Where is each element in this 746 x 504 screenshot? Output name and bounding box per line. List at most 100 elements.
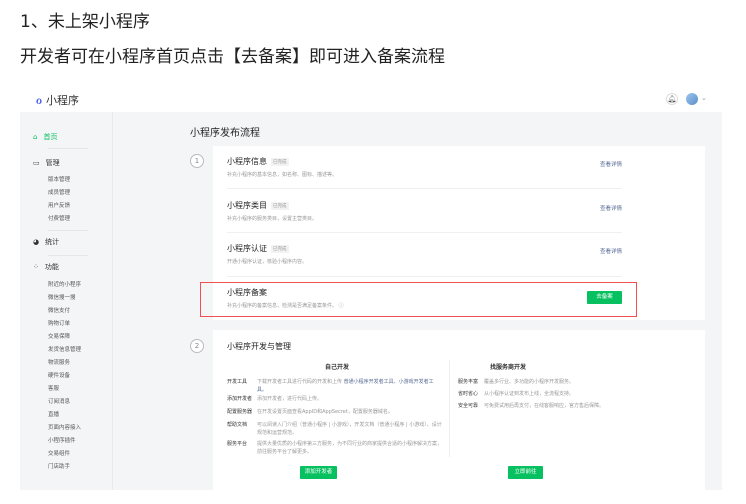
row-value: 提供大量优质的小程序第三方服务，为不同行业的商家提供合适的小程序解决方案，前往服… (257, 440, 442, 456)
inbox-icon: ▭ (33, 159, 40, 167)
row-value: 可以阅读入门介绍（普通小程序 | 小游戏），开发文档（普通小程序 | 小游戏）、… (257, 421, 442, 437)
card-title: 小程序开发与管理 (227, 342, 291, 351)
divider (227, 188, 622, 189)
sidebar-item-features[interactable]: ⁘ 功能 (33, 262, 59, 272)
flow-desc: 开通小程序认证，核验小程序内容。 (227, 259, 308, 265)
info-row: 服务丰富 覆盖多行业、多功能的小程序开发服务。 (458, 378, 698, 386)
sidebar-item-stats[interactable]: ◕ 统计 (33, 237, 59, 247)
row-text: 下载开发者工具进行代码的开发和上传 (257, 379, 344, 385)
sidebar-subitem[interactable]: 附近的小程序 (48, 280, 81, 288)
grid-icon: ⁘ (33, 263, 39, 271)
row-label: 帮助文档 (227, 422, 248, 428)
info-row: 安全可靠 可免费试用后再支付，在线客服响应，官方售后保障。 (458, 402, 698, 410)
instruction-text: 开发者可在小程序首页点击【去备案】即可进入备案流程 (20, 47, 445, 67)
sidebar-subitem[interactable]: 购物订单 (48, 319, 70, 327)
row-text: 可以阅读入门介绍（普通小程序 | 小游戏），开发文档（普通小程序 | 小游戏）、… (257, 422, 442, 436)
nav-label: 管理 (45, 159, 60, 167)
home-icon: ⌂ (33, 133, 38, 141)
row-value: 从小程序认证到发布上线，全流程支持。 (484, 391, 575, 397)
status-badge: 已完成 (271, 244, 289, 253)
row-label: 添加开发者 (227, 396, 253, 402)
sidebar-subitem[interactable]: 微信搜一搜 (48, 293, 76, 301)
divider (48, 255, 88, 256)
info-row: 开发工具 下载开发者工具进行代码的开发和上传 普通小程序开发者工具、小游戏开发者工… (227, 378, 442, 394)
sidebar-subitem[interactable]: 门店助手 (48, 462, 70, 470)
user-avatar[interactable] (686, 93, 698, 105)
row-label: 配置服务器 (227, 409, 253, 415)
flow-desc: 补充小程序的基本信息，如名称、图标、描述等。 (227, 172, 338, 178)
info-row: 服务平台 提供大量优质的小程序第三方服务，为不同行业的商家提供合适的小程序解决方案… (227, 440, 442, 456)
view-details-link[interactable]: 查看详情 (600, 204, 622, 212)
sidebar: ⌂ 首页 ▭ 管理 版本管理成员管理用户反馈付费管理 ◕ 统计 ⁘ 功能 附近的小程序微… (20, 112, 113, 490)
flow-item-info: 小程序信息 已完成 补充小程序的基本信息，如名称、图标、描述等。 查看详情 (227, 156, 622, 178)
flow-desc: 补充小程序的服务类目，设置主营类目。 (227, 216, 318, 222)
sidebar-subitem[interactable]: 订阅消息 (48, 397, 70, 405)
sidebar-subitem[interactable]: 付费管理 (48, 214, 70, 222)
row-value: 下载开发者工具进行代码的开发和上传 普通小程序开发者工具、小游戏开发者工具。 (257, 378, 442, 394)
divider (449, 360, 450, 457)
nav-label: 统计 (45, 238, 60, 246)
step-number: 2 (190, 339, 204, 353)
flow-title: 小程序信息 (227, 157, 267, 166)
view-details-link[interactable]: 查看详情 (600, 247, 622, 255)
sidebar-subitem[interactable]: 客服 (48, 384, 59, 392)
section-heading: 1、未上架小程序 (20, 12, 150, 32)
nav-label: 功能 (44, 263, 59, 271)
sidebar-subitem[interactable]: 小程序插件 (48, 436, 76, 444)
flow-item-verify: 小程序认证 已完成 开通小程序认证，核验小程序内容。 查看详情 (227, 243, 622, 265)
add-developer-button[interactable]: 添加开发者 (300, 466, 337, 479)
column-heading: 找服务商开发 (489, 364, 526, 371)
flow-title: 小程序类目 (227, 201, 267, 210)
sidebar-subitem[interactable]: 交易保障 (48, 332, 70, 340)
info-row: 帮助文档 可以阅读入门介绍（普通小程序 | 小游戏），开发文档（普通小程序 | 小… (227, 421, 442, 437)
flow-item-category: 小程序类目 已完成 补充小程序的服务类目，设置主营类目。 查看详情 (227, 200, 622, 222)
row-text: 提供大量优质的小程序第三方服务，为不同行业的商家提供合适的小程序解决方案，前往服… (257, 441, 443, 455)
divider (48, 148, 88, 149)
row-label: 安全可靠 (458, 403, 479, 409)
view-details-link[interactable]: 查看详情 (600, 160, 622, 168)
row-label: 服务丰富 (458, 379, 479, 385)
divider (227, 232, 622, 233)
row-value: 在开发设置页面查看AppID和AppSecret，配置服务器域名。 (257, 408, 393, 416)
column-heading: 自己开发 (324, 364, 349, 371)
sidebar-subitem[interactable]: 用户反馈 (48, 201, 70, 209)
status-badge: 已完成 (271, 157, 289, 166)
info-row: 添加开发者 添加开发者，进行代码上传。 (227, 395, 442, 403)
logo-text: 小程序 (46, 94, 80, 107)
divider (227, 276, 622, 277)
bell-icon[interactable]: 🔔︎ (666, 93, 678, 105)
row-text: 在开发设置页面查看AppID和AppSecret，配置服务器域名。 (257, 409, 393, 415)
step-number: 1 (190, 154, 204, 168)
logo[interactable]: ℴ 小程序 (36, 92, 79, 108)
sidebar-subitem[interactable]: 物流服务 (48, 358, 70, 366)
top-bar: ℴ 小程序 🔔︎ ⌄ (20, 86, 722, 112)
info-row: 配置服务器 在开发设置页面查看AppID和AppSecret，配置服务器域名。 (227, 408, 442, 416)
sidebar-subitem[interactable]: 版本管理 (48, 175, 70, 183)
divider (48, 230, 88, 231)
sidebar-subitem[interactable]: 交易组件 (48, 449, 70, 457)
sidebar-item-home[interactable]: ⌂ 首页 (33, 132, 57, 142)
sidebar-item-manage[interactable]: ▭ 管理 (33, 158, 60, 168)
screenshot-frame: ℴ 小程序 🔔︎ ⌄ ⌂ 首页 ▭ 管理 版本管理成员管理用户反馈付费管理 ◕ 统计 ⁘… (20, 86, 722, 490)
go-now-button[interactable]: 立即前往 (508, 466, 543, 479)
highlight-box (200, 282, 637, 317)
row-value: 覆盖多行业、多功能的小程序开发服务。 (484, 379, 575, 385)
logo-icon: ℴ (36, 92, 43, 108)
sidebar-subitem[interactable]: 硬件设备 (48, 371, 70, 379)
page-title: 小程序发布流程 (190, 128, 260, 139)
status-badge: 已完成 (271, 201, 289, 210)
sidebar-subitem[interactable]: 微信支付 (48, 306, 70, 314)
sidebar-subitem[interactable]: 成员管理 (48, 188, 70, 196)
row-label: 服务平台 (227, 441, 248, 447)
nav-label: 首页 (43, 133, 58, 141)
pie-chart-icon: ◕ (33, 238, 40, 246)
info-row: 省时省心 从小程序认证到发布上线，全流程支持。 (458, 390, 698, 398)
sidebar-subitem[interactable]: 页面内容接入 (48, 423, 81, 431)
row-label: 省时省心 (458, 391, 479, 397)
dev-manage-card: 小程序开发与管理 自己开发 找服务商开发 开发工具 下载开发者工具进行代码的开发和… (213, 330, 705, 490)
flow-title: 小程序认证 (227, 244, 267, 253)
row-value: 可免费试用后再支付，在线客服响应，官方售后保障。 (484, 403, 605, 409)
sidebar-subitem[interactable]: 发货信息管理 (48, 345, 81, 353)
chevron-down-icon[interactable]: ⌄ (701, 94, 707, 102)
sidebar-subitem[interactable]: 直播 (48, 410, 59, 418)
